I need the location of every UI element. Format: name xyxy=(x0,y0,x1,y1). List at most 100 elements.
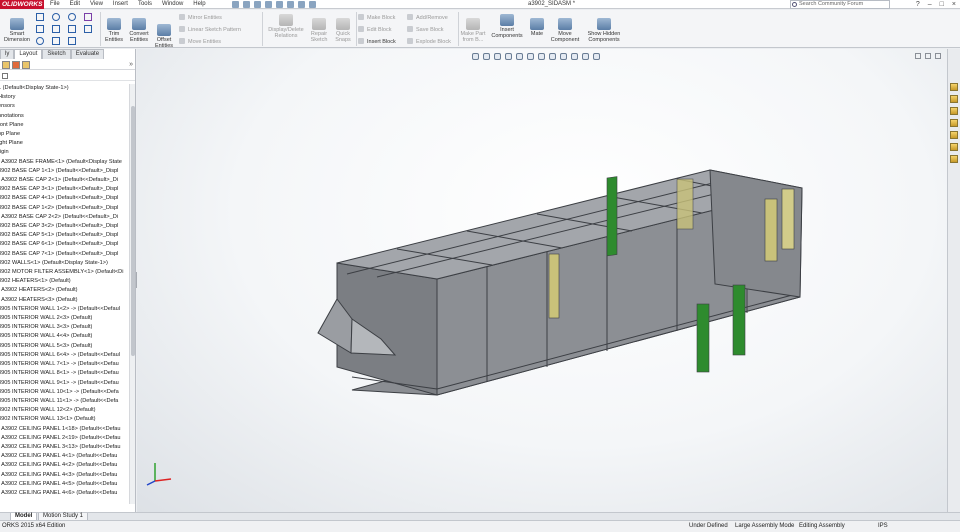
tree-item[interactable]: 3905 INTERIOR WALL 2<3> (Default) xyxy=(0,314,130,323)
tree-item[interactable]: ) A3902 BASE FRAME<1> (Default<Display S… xyxy=(0,158,130,167)
home-icon[interactable] xyxy=(950,83,958,91)
display-delete-relations-button[interactable]: Display/Delete Relations xyxy=(266,14,306,39)
point-icon[interactable] xyxy=(84,25,92,33)
tree-item[interactable]: 3905 INTERIOR WALL 6<4> -> (Default<<Def… xyxy=(0,351,130,360)
polygon-icon[interactable] xyxy=(52,25,60,33)
tree-item[interactable]: 3902 HEATERS<1> (Default) xyxy=(0,277,130,286)
mirror-entities-button[interactable]: Mirror Entities xyxy=(179,14,222,21)
add-remove-button[interactable]: Add/Remove xyxy=(407,14,448,21)
help-button[interactable]: ? xyxy=(916,0,920,9)
tree-item[interactable]: 3902 INTERIOR WALL 13<1> (Default) xyxy=(0,415,130,424)
tab-sketch[interactable]: Sketch xyxy=(42,49,71,59)
tree-item[interactable]: 3905 INTERIOR WALL 3<3> (Default) xyxy=(0,323,130,332)
file-explorer-icon[interactable] xyxy=(950,107,958,115)
move-entities-button[interactable]: Move Entities xyxy=(179,38,221,45)
text-icon[interactable] xyxy=(84,13,92,21)
property-manager-icon[interactable] xyxy=(12,61,20,69)
close-button[interactable]: × xyxy=(952,0,956,9)
tree-item[interactable]: 3905 INTERIOR WALL 1<2> -> (Default<<Def… xyxy=(0,305,130,314)
make-part-from-block-button[interactable]: Make Part from B... xyxy=(460,18,486,43)
tree-item[interactable]: 3905 INTERIOR WALL 8<1> -> (Default<<Def… xyxy=(0,369,130,378)
minimize-button[interactable]: – xyxy=(928,0,932,9)
menu-window[interactable]: Window xyxy=(162,0,183,9)
tree-item[interactable]: 3905 INTERIOR WALL 9<1> -> (Default<<Def… xyxy=(0,379,130,388)
tree-item[interactable]: 3905 INTERIOR WALL 11<1> -> (Default<<De… xyxy=(0,397,130,406)
show-hidden-components-button[interactable]: Show Hidden Components xyxy=(586,18,622,43)
tab-layout[interactable]: Layout xyxy=(14,49,43,59)
tree-item[interactable]: 3902 MOTOR FILTER ASSEMBLY<1> (Default<D… xyxy=(0,268,130,277)
menu-help[interactable]: Help xyxy=(193,0,205,9)
tree-scrollbar[interactable] xyxy=(129,84,135,504)
convert-entities-button[interactable]: Convert Entities xyxy=(127,18,151,43)
feature-tree-icon[interactable] xyxy=(2,61,10,69)
graphics-area[interactable] xyxy=(137,49,947,512)
tree-item[interactable]: ront Plane xyxy=(0,121,130,130)
offset-entities-button[interactable]: Offset Entities xyxy=(153,24,175,49)
design-library-icon[interactable] xyxy=(950,95,958,103)
insert-components-button[interactable]: Insert Components xyxy=(488,14,526,39)
tree-item[interactable]: ight Plane xyxy=(0,139,130,148)
move-component-button[interactable]: Move Component xyxy=(548,18,582,43)
fillet-icon[interactable] xyxy=(68,25,76,33)
tree-item[interactable]: ) A3902 CEILING PANEL 4<6> (Default<<Def… xyxy=(0,489,130,498)
tree-item[interactable]: 3905 INTERIOR WALL 10<1> -> (Default<<De… xyxy=(0,388,130,397)
print-icon[interactable] xyxy=(265,1,272,8)
menu-view[interactable]: View xyxy=(90,0,103,9)
linear-sketch-pattern-button[interactable]: Linear Sketch Pattern xyxy=(179,26,241,33)
tree-item[interactable]: ) A3902 CEILING PANEL 4<2> (Default<<Def… xyxy=(0,461,130,470)
plane-icon[interactable] xyxy=(68,37,76,45)
tree-item[interactable]: 3902 BASE CAP 6<1> (Default<<Default>_Di… xyxy=(0,240,130,249)
insert-block-button[interactable]: Insert Block xyxy=(358,38,396,45)
tree-item[interactable]: 3902 BASE CAP 4<1> (Default<<Default>_Di… xyxy=(0,194,130,203)
tree-item[interactable]: ) A3902 CEILING PANEL 4<5> (Default<<Def… xyxy=(0,480,130,489)
menu-file[interactable]: File xyxy=(50,0,60,9)
tree-item[interactable]: ) A3902 HEATERS<3> (Default) xyxy=(0,296,130,305)
tree-item[interactable]: ) A3902 BASE CAP 2<1> (Default<<Default>… xyxy=(0,176,130,185)
help-icon[interactable] xyxy=(950,155,958,163)
arc-icon[interactable] xyxy=(52,13,60,21)
tree-item[interactable]: 3905 INTERIOR WALL 5<3> (Default) xyxy=(0,342,130,351)
tab-evaluate[interactable]: Evaluate xyxy=(70,49,105,59)
search-input[interactable]: Search Community Forum xyxy=(790,0,890,9)
tree-item[interactable]: ensors xyxy=(0,102,130,111)
status-units[interactable]: IPS xyxy=(878,521,888,532)
tree-item[interactable]: History xyxy=(0,93,130,102)
menu-tools[interactable]: Tools xyxy=(138,0,152,9)
appearances-icon[interactable] xyxy=(950,131,958,139)
tree-item[interactable]: 3905 INTERIOR WALL 7<1> -> (Default<<Def… xyxy=(0,360,130,369)
tree-item[interactable]: 3902 WALLS<1> (Default<Display State-1>) xyxy=(0,259,130,268)
tree-item[interactable]: 3902 BASE CAP 1<2> (Default<<Default>_Di… xyxy=(0,204,130,213)
tree-item[interactable]: rigin xyxy=(0,148,130,157)
open-icon[interactable] xyxy=(243,1,250,8)
maximize-button[interactable]: □ xyxy=(940,0,944,9)
tree-item[interactable]: ) A3902 CEILING PANEL 2<19> (Default<<De… xyxy=(0,434,130,443)
view-palette-icon[interactable] xyxy=(950,119,958,127)
tree-item[interactable]: 3902 INTERIOR WALL 12<2> (Default) xyxy=(0,406,130,415)
tree-item[interactable]: ) A3902 CEILING PANEL 3<13> (Default<<De… xyxy=(0,443,130,452)
undo-icon[interactable] xyxy=(276,1,283,8)
spline-icon[interactable] xyxy=(68,13,76,21)
tree-filter[interactable] xyxy=(0,71,135,81)
menu-insert[interactable]: Insert xyxy=(113,0,128,9)
repair-sketch-button[interactable]: Repair Sketch xyxy=(308,18,330,43)
tree-item[interactable]: op Plane xyxy=(0,130,130,139)
tree-item[interactable]: ) A3902 HEATERS<2> (Default) xyxy=(0,286,130,295)
slot-icon[interactable] xyxy=(52,37,60,45)
options-icon[interactable] xyxy=(309,1,316,8)
quick-snaps-button[interactable]: Quick Snaps xyxy=(332,18,354,43)
assembly-model[interactable] xyxy=(137,49,947,512)
expand-panel-button[interactable]: » xyxy=(129,60,133,70)
tree-item[interactable]: nnotations xyxy=(0,112,130,121)
mate-button[interactable]: Mate xyxy=(528,18,546,37)
rebuild-icon[interactable] xyxy=(298,1,305,8)
make-block-button[interactable]: Make Block xyxy=(358,14,395,21)
custom-properties-icon[interactable] xyxy=(950,143,958,151)
tree-item[interactable]: 1 (Default<Display State-1>) xyxy=(0,84,130,93)
explode-block-button[interactable]: Explode Block xyxy=(407,38,451,45)
line-icon[interactable] xyxy=(36,13,44,21)
tree-item[interactable]: 3902 BASE CAP 3<2> (Default<<Default>_Di… xyxy=(0,222,130,231)
smart-dimension-button[interactable]: Smart Dimension xyxy=(2,18,32,43)
scrollbar-thumb[interactable] xyxy=(131,106,135,356)
tree-item[interactable]: 3902 BASE CAP 3<1> (Default<<Default>_Di… xyxy=(0,185,130,194)
tree-item[interactable]: 3902 BASE CAP 5<1> (Default<<Default>_Di… xyxy=(0,231,130,240)
